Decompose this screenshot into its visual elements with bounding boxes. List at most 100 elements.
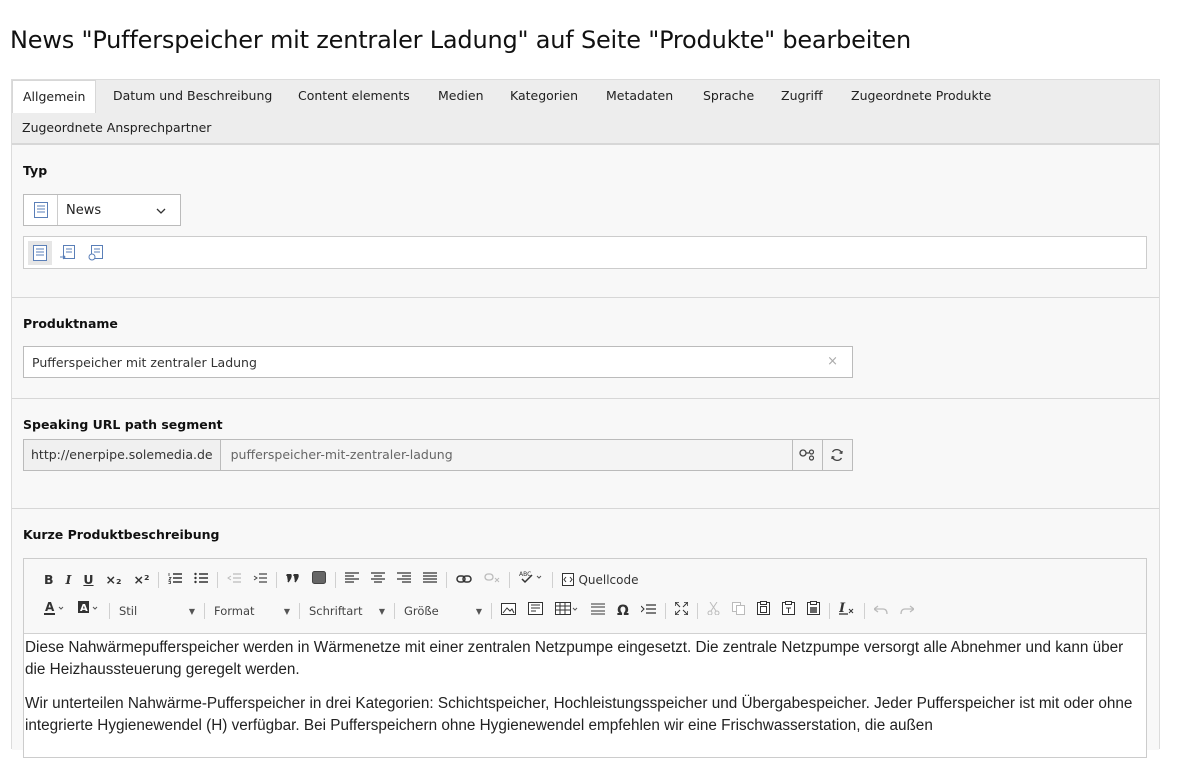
- copy-icon[interactable]: [726, 600, 751, 622]
- toolbar-separator: [863, 603, 865, 619]
- cut-icon[interactable]: [701, 600, 726, 622]
- special-char-icon[interactable]: Ω: [611, 600, 635, 622]
- numbered-list-icon[interactable]: [162, 569, 188, 591]
- tab-zugriff[interactable]: Zugriff: [771, 80, 833, 112]
- url-segment-field: http://enerpipe.solemedia.de pufferspeic…: [23, 439, 853, 471]
- svg-text:A: A: [45, 601, 55, 614]
- bold-button[interactable]: B: [38, 569, 60, 591]
- bullet-list-icon[interactable]: [188, 569, 214, 591]
- internal-page-type-icon[interactable]: [56, 241, 80, 265]
- outdent-icon[interactable]: [221, 569, 247, 591]
- indent-icon[interactable]: [247, 569, 273, 591]
- produktname-value: Pufferspeicher mit zentraler Ladung: [32, 354, 257, 370]
- url-prefix: http://enerpipe.solemedia.de: [23, 439, 221, 471]
- tab-sprache[interactable]: Sprache: [693, 80, 764, 112]
- size-dropdown[interactable]: Größe ▼: [398, 600, 488, 622]
- clear-icon[interactable]: ×: [827, 354, 838, 369]
- tab-zugeordnete-ansprechpartner[interactable]: Zugeordnete Ansprechpartner: [12, 112, 221, 144]
- align-left-icon[interactable]: [339, 569, 365, 591]
- blockquote-icon[interactable]: [280, 569, 306, 591]
- tab-zugeordnete-produkte[interactable]: Zugeordnete Produkte: [841, 80, 1001, 112]
- toolbar-separator: [299, 603, 300, 619]
- produktname-label: Produktname: [23, 316, 118, 331]
- toolbar-separator: [828, 603, 830, 619]
- italic-button[interactable]: I: [60, 569, 78, 591]
- background-color-icon[interactable]: A: [72, 600, 106, 622]
- format-dropdown[interactable]: Format ▼: [208, 600, 296, 622]
- text-color-icon[interactable]: A: [38, 600, 72, 622]
- toolbar-separator: [217, 572, 219, 588]
- external-url-type-icon[interactable]: [84, 241, 108, 265]
- div-container-icon[interactable]: [306, 569, 332, 591]
- style-dropdown[interactable]: Stil ▼: [113, 600, 201, 622]
- svg-text:A: A: [80, 603, 88, 614]
- toolbar-separator: [552, 572, 554, 588]
- maximize-icon[interactable]: [669, 600, 694, 622]
- media-icon[interactable]: [522, 600, 549, 622]
- tab-medien[interactable]: Medien: [428, 80, 494, 112]
- align-right-icon[interactable]: [391, 569, 417, 591]
- kurzbeschreibung-label: Kurze Produktbeschreibung: [23, 527, 220, 542]
- page-break-icon[interactable]: [635, 600, 662, 622]
- underline-button[interactable]: U: [77, 569, 99, 591]
- paste-text-icon[interactable]: [776, 600, 801, 622]
- tab-allgemein[interactable]: Allgemein: [12, 80, 97, 113]
- editor-content[interactable]: Diese Nahwärmepufferspeicher werden in W…: [24, 634, 1146, 737]
- toolbar-separator: [158, 572, 160, 588]
- align-center-icon[interactable]: [365, 569, 391, 591]
- tab-metadaten[interactable]: Metadaten: [596, 80, 683, 112]
- news-type-icon: [24, 195, 58, 225]
- unlink-icon[interactable]: [478, 569, 506, 591]
- url-slug-input[interactable]: pufferspeicher-mit-zentraler-ladung: [220, 439, 793, 471]
- typ-label: Typ: [23, 163, 48, 178]
- chevron-down-icon: ▼: [188, 606, 195, 616]
- typ-icon-selector: [23, 236, 1147, 269]
- tab-kategorien[interactable]: Kategorien: [500, 80, 588, 112]
- news-type-icon[interactable]: [28, 240, 52, 265]
- horizontal-rule-icon[interactable]: [585, 600, 611, 622]
- typ-select[interactable]: News: [23, 194, 181, 226]
- url-segment-label: Speaking URL path segment: [23, 417, 223, 432]
- edit-form: Allgemein Datum und Beschreibung Content…: [11, 79, 1160, 758]
- produktname-input[interactable]: Pufferspeicher mit zentraler Ladung ×: [23, 346, 853, 378]
- superscript-button[interactable]: ×²: [128, 569, 156, 591]
- source-code-label: Quellcode: [578, 573, 639, 587]
- spellcheck-icon[interactable]: ABC: [513, 569, 549, 591]
- undo-icon[interactable]: [868, 600, 894, 622]
- svg-text:I: I: [839, 601, 846, 615]
- edit-slug-button[interactable]: [792, 439, 823, 471]
- toolbar-separator: [446, 572, 448, 588]
- paragraph-2: Wir unterteilen Nahwärme-Pufferspeicher …: [25, 695, 1133, 734]
- toolbar-separator: [109, 603, 110, 619]
- rich-text-editor: B I U ×₂ ×² ABC Quellcode A A Stil ▼ For…: [23, 558, 1147, 758]
- editor-toolbar: B I U ×₂ ×² ABC Quellcode A A Stil ▼ For…: [24, 559, 1146, 634]
- page-title: News "Pufferspeicher mit zentraler Ladun…: [10, 26, 911, 54]
- image-icon[interactable]: [495, 600, 522, 622]
- toolbar-separator: [276, 572, 278, 588]
- toolbar-separator: [509, 572, 511, 588]
- paste-word-icon[interactable]: [801, 600, 826, 622]
- chevron-down-icon: [156, 204, 180, 217]
- recalculate-icon[interactable]: [822, 439, 853, 471]
- tab-datum-und-beschreibung[interactable]: Datum und Beschreibung: [103, 80, 282, 112]
- chevron-down-icon: ▼: [475, 606, 482, 616]
- format-dropdown-label: Format: [214, 604, 255, 618]
- font-dropdown[interactable]: Schriftart ▼: [303, 600, 391, 622]
- link-icon[interactable]: [450, 569, 478, 591]
- url-segment-section: Speaking URL path segment http://enerpip…: [12, 398, 1159, 508]
- source-code-button[interactable]: Quellcode: [556, 569, 644, 591]
- table-icon[interactable]: [549, 600, 585, 622]
- chevron-down-icon: ▼: [378, 606, 385, 616]
- remove-format-icon[interactable]: I: [833, 600, 861, 622]
- subscript-button[interactable]: ×₂: [100, 569, 128, 591]
- font-dropdown-label: Schriftart: [309, 604, 363, 618]
- produktname-section: Produktname Pufferspeicher mit zentraler…: [12, 297, 1159, 398]
- typ-select-value: News: [66, 202, 102, 218]
- tab-content-elements[interactable]: Content elements: [288, 80, 420, 112]
- align-justify-icon[interactable]: [417, 569, 443, 591]
- paste-icon[interactable]: [751, 600, 776, 622]
- redo-icon[interactable]: [894, 600, 920, 622]
- kurzbeschreibung-section: Kurze Produktbeschreibung B I U ×₂ ×² AB…: [12, 508, 1159, 758]
- size-dropdown-label: Größe: [404, 604, 439, 618]
- toolbar-separator: [394, 603, 395, 619]
